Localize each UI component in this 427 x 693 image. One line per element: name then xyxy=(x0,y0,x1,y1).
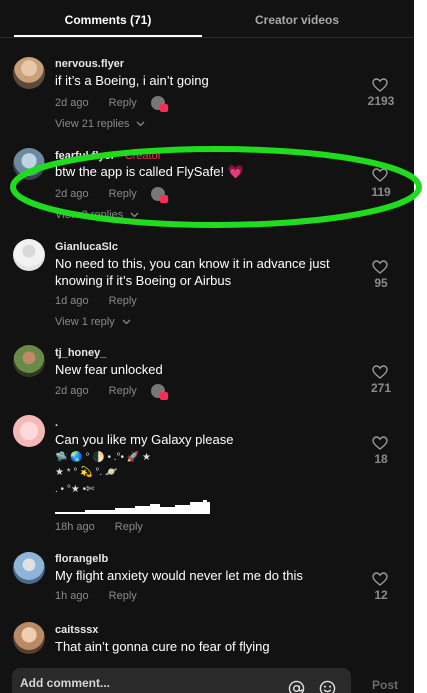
comment-text: That ain’t gonna cure no fear of flying xyxy=(55,639,270,654)
reply-button[interactable]: Reply xyxy=(109,590,137,602)
comment-text: Can you like my Galaxy please xyxy=(55,432,234,447)
username-label: fearful.flyer xyxy=(55,150,115,162)
comment-input[interactable] xyxy=(20,676,270,690)
comment-text: if it’s a Boeing, i ain’t going xyxy=(55,73,209,88)
chevron-down-icon xyxy=(130,212,139,218)
avatar[interactable] xyxy=(13,345,45,377)
comment-username[interactable]: . xyxy=(55,417,58,429)
reply-button[interactable]: Reply xyxy=(109,295,137,307)
heart-icon[interactable] xyxy=(372,436,388,450)
comment-username[interactable]: nervous.flyer xyxy=(55,58,124,70)
emoji-icon[interactable] xyxy=(319,680,336,693)
comment-time: 1h ago xyxy=(55,590,89,602)
comment-text: btw the app is called FlySafe! 💗 xyxy=(55,164,244,179)
view-replies-label: View 1 reply xyxy=(55,316,115,328)
like-count: 271 xyxy=(370,381,392,395)
avatar[interactable] xyxy=(13,552,45,584)
heart-icon[interactable] xyxy=(372,365,388,379)
creator-liked-avatar xyxy=(150,187,168,203)
heart-icon[interactable] xyxy=(372,78,388,92)
avatar[interactable] xyxy=(13,57,45,89)
heart-icon[interactable] xyxy=(372,572,388,586)
view-replies-button[interactable]: View 1 reply xyxy=(55,316,131,328)
page-edge xyxy=(414,0,427,693)
tab-active-indicator xyxy=(14,35,202,37)
emoji-art-line: 🛸 🌏 ° 🌓 • .°• 🚀 ★ xyxy=(55,452,151,463)
avatar[interactable] xyxy=(13,415,45,447)
comment-meta: 2d ago Reply xyxy=(55,384,168,400)
comment-username[interactable]: fearful.flyer · Creator xyxy=(55,150,161,162)
view-replies-label: View 21 replies xyxy=(55,118,130,130)
comments-panel: Comments (71) Creator videos nervous.fly… xyxy=(0,0,414,693)
emoji-art-skyline xyxy=(55,500,210,514)
comment-text: New fear unlocked xyxy=(55,362,163,377)
comment-time: 2d ago xyxy=(55,188,89,200)
comment-meta: 2d ago Reply xyxy=(55,96,168,112)
like-count: 2193 xyxy=(367,94,395,108)
comment-text: My flight anxiety would never let me do … xyxy=(55,568,303,583)
comment-composer: Post xyxy=(0,662,414,693)
reply-button[interactable]: Reply xyxy=(115,521,143,533)
comment-meta: 1h ago Reply xyxy=(55,590,137,602)
creator-liked-avatar xyxy=(150,96,168,112)
comment-meta: 18h ago Reply xyxy=(55,521,143,533)
comment-time: 2d ago xyxy=(55,97,89,109)
like-count: 95 xyxy=(374,276,388,290)
reply-button[interactable]: Reply xyxy=(109,97,137,109)
like-count: 18 xyxy=(374,452,388,466)
reply-button[interactable]: Reply xyxy=(109,385,137,397)
avatar[interactable] xyxy=(13,239,45,271)
heart-icon[interactable] xyxy=(372,260,388,274)
comment-time: 18h ago xyxy=(55,521,95,533)
comment-time: 2d ago xyxy=(55,385,89,397)
comment-username[interactable]: GianlucaSlc xyxy=(55,241,118,253)
comment-input-box xyxy=(12,668,351,693)
heart-icon[interactable] xyxy=(372,168,388,182)
tab-comments[interactable]: Comments (71) xyxy=(14,0,202,38)
creator-badge: · Creator xyxy=(114,150,162,162)
chevron-down-icon xyxy=(137,121,145,127)
tab-creator-videos[interactable]: Creator videos xyxy=(202,0,392,38)
creator-liked-avatar xyxy=(150,384,168,400)
comment-text-line: knowing if it’s Boeing or Airbus xyxy=(55,273,232,288)
comment-time: 1d ago xyxy=(55,295,89,307)
post-button[interactable]: Post xyxy=(372,678,398,692)
comment-meta: 1d ago Reply xyxy=(55,295,137,307)
avatar[interactable] xyxy=(13,622,45,654)
like-count: 119 xyxy=(371,185,391,199)
comment-meta: 2d ago Reply xyxy=(55,187,168,203)
comment-text-line: No need to this, you can know it in adva… xyxy=(55,256,330,271)
view-replies-label: View 2 replies xyxy=(55,209,124,221)
tab-bar: Comments (71) Creator videos xyxy=(0,0,414,38)
view-replies-button[interactable]: View 21 replies xyxy=(55,118,145,130)
comment-username[interactable]: caitsssx xyxy=(55,624,98,636)
comment-username[interactable]: tj_honey_ xyxy=(55,347,106,359)
emoji-art-line: . • °★ •✄ xyxy=(55,484,95,495)
comment-username[interactable]: florangelb xyxy=(55,553,108,565)
like-count: 12 xyxy=(374,588,388,602)
chevron-down-icon xyxy=(122,319,131,325)
at-icon[interactable] xyxy=(288,680,305,693)
emoji-art-line: ★ * ° 💫 °. 🪐 xyxy=(55,467,118,478)
view-replies-button[interactable]: View 2 replies xyxy=(55,209,139,221)
reply-button[interactable]: Reply xyxy=(109,188,137,200)
avatar[interactable] xyxy=(13,148,45,180)
